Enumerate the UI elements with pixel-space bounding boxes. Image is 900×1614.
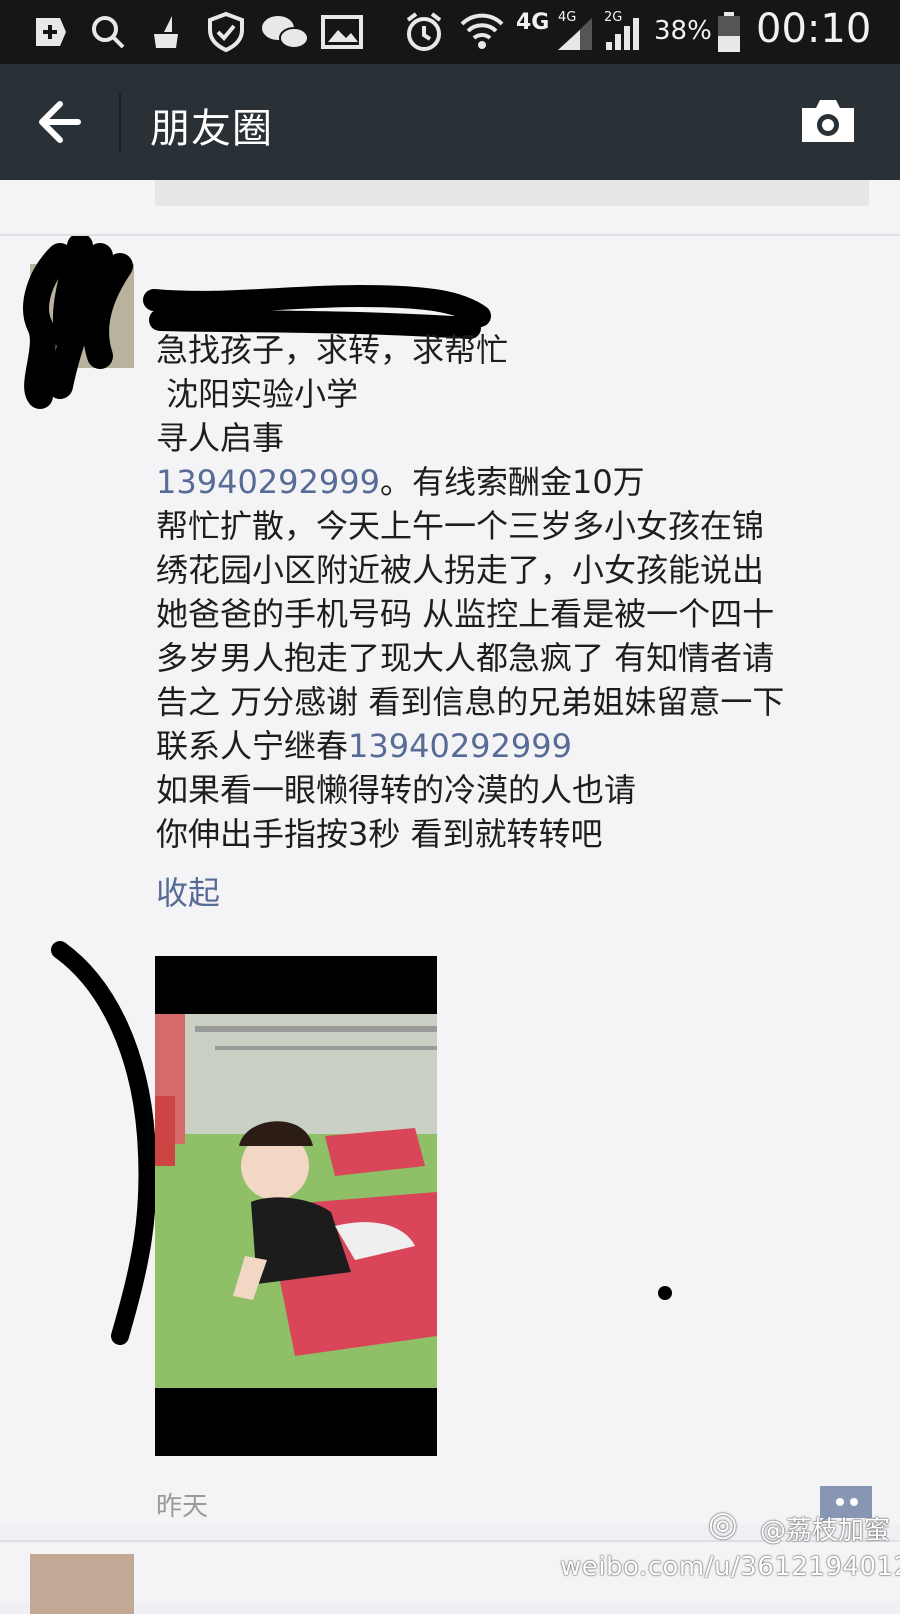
previous-post-comment-area bbox=[155, 180, 869, 206]
reward-text: 。有线索酬金10万 bbox=[379, 463, 645, 501]
wifi-icon bbox=[460, 13, 504, 49]
back-button[interactable] bbox=[28, 94, 92, 150]
post-line: 13940292999。有线索酬金10万 bbox=[156, 460, 876, 504]
collapse-link[interactable]: 收起 bbox=[156, 868, 220, 914]
add-box-icon bbox=[36, 18, 66, 46]
page-title: 朋友圈 bbox=[150, 106, 273, 152]
network-type-label: 4G bbox=[516, 10, 550, 35]
contact-text: 联系人宁继春 bbox=[156, 727, 349, 765]
post-photo[interactable] bbox=[155, 956, 437, 1456]
post-line: 急找孩子，求转，求帮忙 bbox=[156, 331, 509, 369]
watermark-url: weibo.com/u/3612194012 bbox=[560, 1552, 900, 1582]
app-bar-divider bbox=[119, 92, 121, 152]
post-line: 帮忙扩散，今天上午一个三岁多小女孩在锦 bbox=[156, 507, 765, 545]
signal-icon bbox=[558, 18, 592, 50]
alarm-icon bbox=[406, 12, 442, 51]
post-text: 急找孩子，求转，求帮忙 沈阳实验小学 寻人启事 13940292999。有线索酬… bbox=[156, 328, 876, 856]
post-time: 昨天 bbox=[156, 1492, 209, 1522]
post-line: 她爸爸的手机号码 从监控上看是被一个四十 bbox=[156, 595, 775, 633]
weibo-logo-icon: ◎ bbox=[708, 1504, 738, 1544]
moments-post: 急找孩子，求转，求帮忙 沈阳实验小学 寻人启事 13940292999。有线索酬… bbox=[0, 236, 900, 1524]
post-line: 多岁男人抱走了现大人都急疯了 有知情者请 bbox=[156, 639, 775, 677]
phone-link[interactable]: 13940292999 bbox=[156, 463, 380, 501]
app-bar: 朋友圈 bbox=[0, 64, 900, 180]
camera-icon bbox=[802, 100, 854, 142]
photo-thumbnail bbox=[155, 956, 437, 1456]
weibo-watermark: ◎ @荔枝加蜜 weibo.com/u/3612194012 bbox=[560, 1504, 900, 1600]
post-line: 联系人宁继春13940292999 bbox=[156, 724, 876, 768]
shield-icon bbox=[208, 11, 244, 53]
stray-dot bbox=[658, 1286, 672, 1300]
arrow-left-icon bbox=[39, 101, 81, 143]
post-line: 你伸出手指按3秒 看到就转转吧 bbox=[156, 815, 603, 853]
battery-icon bbox=[718, 12, 740, 52]
wechat-icon bbox=[262, 16, 309, 49]
camera-button[interactable] bbox=[796, 94, 860, 150]
post-line: 告之 万分感谢 看到信息的兄弟姐妹留意一下 bbox=[156, 683, 785, 721]
clock: 00:10 bbox=[756, 6, 872, 52]
battery-percent: 38% bbox=[654, 16, 712, 46]
signal-icon bbox=[606, 18, 639, 50]
image-icon bbox=[321, 15, 363, 49]
post-line: 沈阳实验小学 bbox=[156, 375, 359, 413]
search-icon bbox=[92, 16, 125, 49]
post-line: 如果看一眼懒得转的冷漠的人也请 bbox=[156, 771, 637, 809]
phone-link[interactable]: 13940292999 bbox=[348, 727, 572, 765]
status-bar: 4G 4G 2G 38% 00:10 bbox=[0, 0, 900, 64]
post-line: 寻人启事 bbox=[156, 419, 285, 457]
broom-icon bbox=[154, 16, 178, 48]
watermark-handle: @荔枝加蜜 bbox=[760, 1516, 891, 1546]
avatar[interactable] bbox=[30, 1554, 134, 1614]
post-line: 绣花园小区附近被人拐走了，小女孩能说出 bbox=[156, 551, 765, 589]
